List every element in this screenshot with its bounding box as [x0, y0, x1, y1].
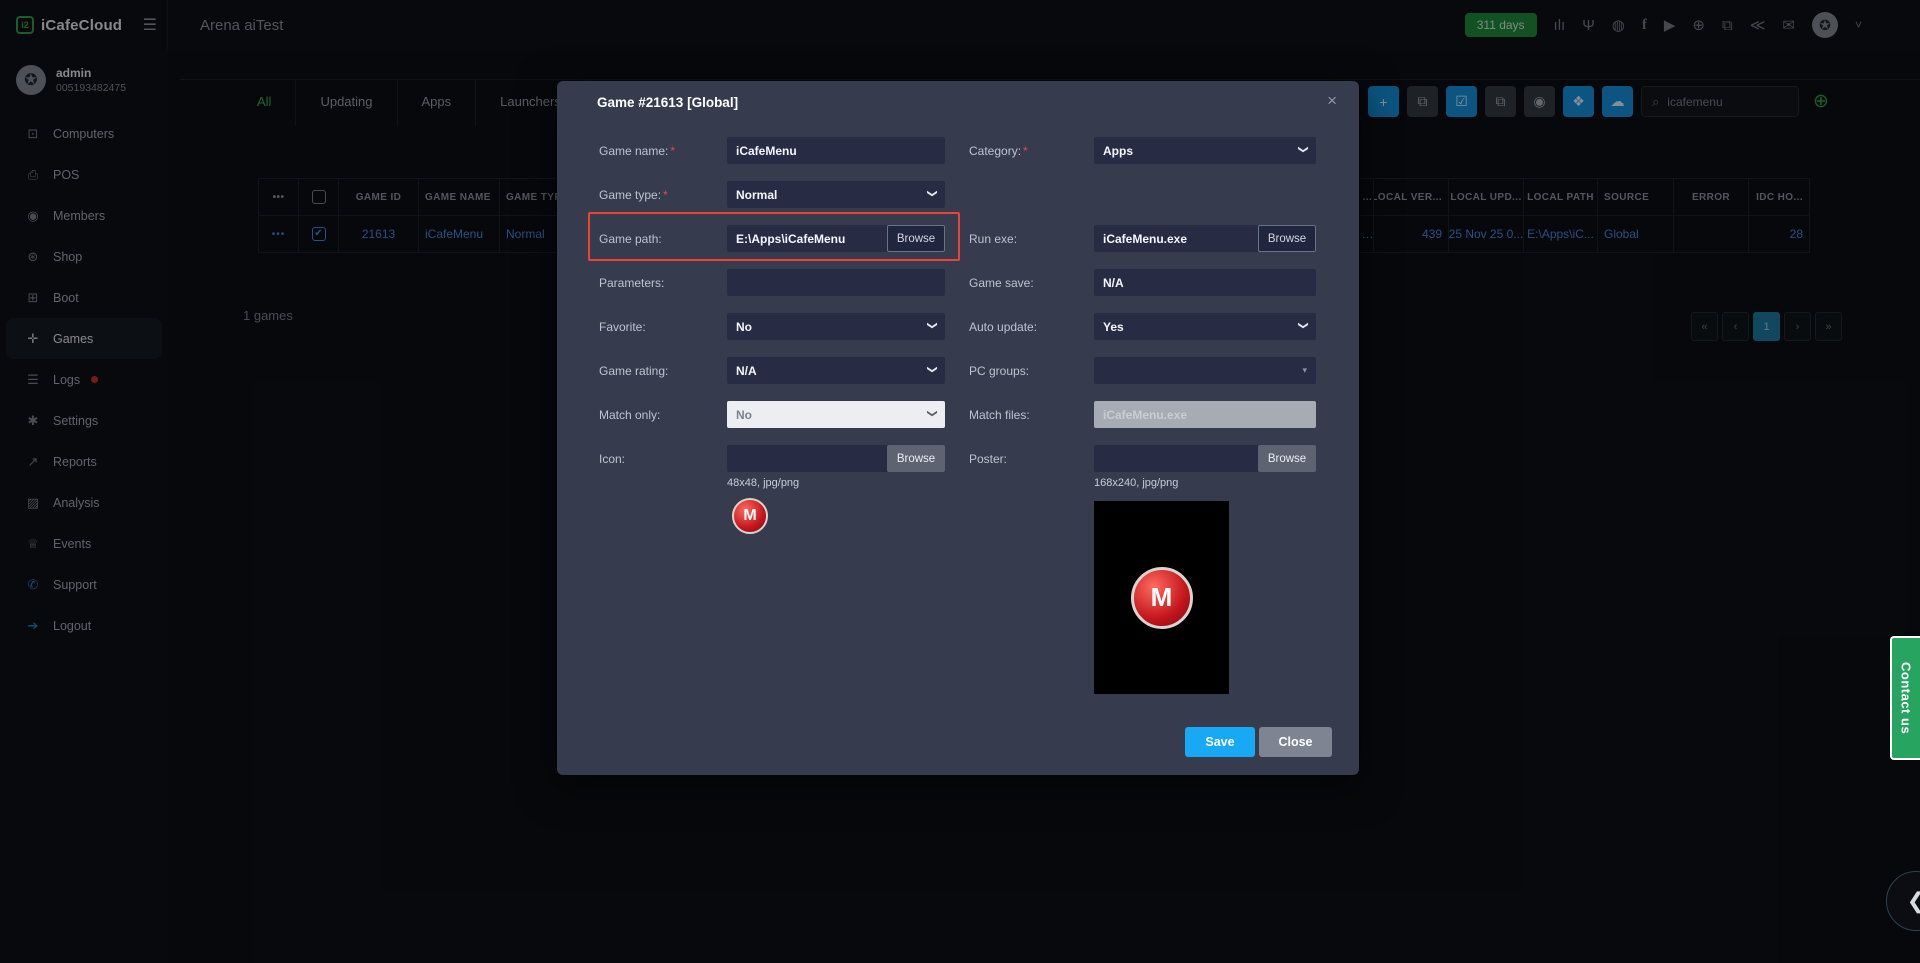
game-path-browse-button[interactable]: Browse	[887, 225, 945, 252]
game-type-select[interactable]: Normal❯	[727, 181, 945, 208]
field-category: Category:* Apps❯	[969, 137, 1316, 164]
field-icon: Icon: Browse	[599, 445, 945, 472]
field-parameters: Parameters:	[599, 269, 945, 296]
close-icon[interactable]: ×	[1327, 91, 1337, 111]
field-label: Parameters:	[599, 276, 727, 290]
game-save-input[interactable]	[1094, 269, 1316, 296]
save-button[interactable]: Save	[1185, 727, 1255, 757]
close-button[interactable]: Close	[1259, 727, 1332, 757]
poster-browse-button[interactable]: Browse	[1258, 445, 1316, 472]
chevron-down-icon: ❯	[1297, 145, 1308, 153]
required-mark: *	[670, 144, 675, 158]
field-label: Auto update:	[969, 320, 1094, 334]
field-label: Game save:	[969, 276, 1094, 290]
edit-game-modal: Game #21613 [Global] × Game name:* Game …	[557, 81, 1359, 775]
field-label: Icon:	[599, 452, 727, 466]
contact-us-label: Contact us	[1899, 662, 1914, 734]
field-label: Game rating:	[599, 364, 727, 378]
field-label: Game type:*	[599, 188, 727, 202]
required-mark: *	[663, 188, 668, 202]
field-label: Game path:	[599, 232, 727, 246]
field-label: Favorite:	[599, 320, 727, 334]
parameters-input[interactable]	[727, 269, 945, 296]
field-game-rating: Game rating: N/A❯	[599, 357, 945, 384]
field-label: Category:*	[969, 144, 1094, 158]
field-match-only: Match only: No❯	[599, 401, 945, 428]
field-label: Game name:*	[599, 144, 727, 158]
game-rating-select[interactable]: N/A❯	[727, 357, 945, 384]
icon-browse-button[interactable]: Browse	[887, 445, 945, 472]
required-mark: *	[1023, 144, 1028, 158]
field-run-exe: Run exe: Browse	[969, 225, 1316, 252]
field-label: Run exe:	[969, 232, 1094, 246]
field-label: Match only:	[599, 408, 727, 422]
match-only-select[interactable]: No❯	[727, 401, 945, 428]
field-match-files: Match files:	[969, 401, 1316, 428]
field-label: Match files:	[969, 408, 1094, 422]
auto-update-select[interactable]: Yes❯	[1094, 313, 1316, 340]
field-game-path: Game path: Browse	[599, 225, 945, 252]
field-label: Poster:	[969, 452, 1094, 466]
chevron-down-icon: ▾	[1302, 365, 1307, 376]
icon-size-hint: 48x48, jpg/png	[727, 477, 799, 489]
field-game-name: Game name:*	[599, 137, 945, 164]
field-pc-groups: PC groups: ▾	[969, 357, 1316, 384]
match-files-input	[1094, 401, 1316, 428]
chevron-down-icon: ❯	[926, 189, 937, 197]
category-select[interactable]: Apps❯	[1094, 137, 1316, 164]
field-label: PC groups:	[969, 364, 1094, 378]
modal-title: Game #21613 [Global]	[597, 95, 738, 110]
pc-groups-select[interactable]: ▾	[1094, 357, 1316, 384]
field-auto-update: Auto update: Yes❯	[969, 313, 1316, 340]
game-poster-preview: M	[1094, 501, 1229, 694]
game-icon-preview: M	[732, 498, 768, 534]
game-name-input[interactable]	[727, 137, 945, 164]
chevron-down-icon: ❯	[926, 365, 937, 373]
chevron-down-icon: ❯	[926, 409, 937, 417]
run-exe-browse-button[interactable]: Browse	[1258, 225, 1316, 252]
favorite-select[interactable]: No❯	[727, 313, 945, 340]
chevron-down-icon: ❯	[926, 321, 937, 329]
contact-us-tab[interactable]: Contact us	[1890, 636, 1920, 760]
field-game-save: Game save:	[969, 269, 1316, 296]
field-game-type: Game type:* Normal❯	[599, 181, 945, 208]
field-poster: Poster: Browse	[969, 445, 1316, 472]
poster-logo: M	[1131, 567, 1193, 629]
poster-size-hint: 168x240, jpg/png	[1094, 477, 1178, 489]
chevron-down-icon: ❯	[1297, 321, 1308, 329]
field-favorite: Favorite: No❯	[599, 313, 945, 340]
